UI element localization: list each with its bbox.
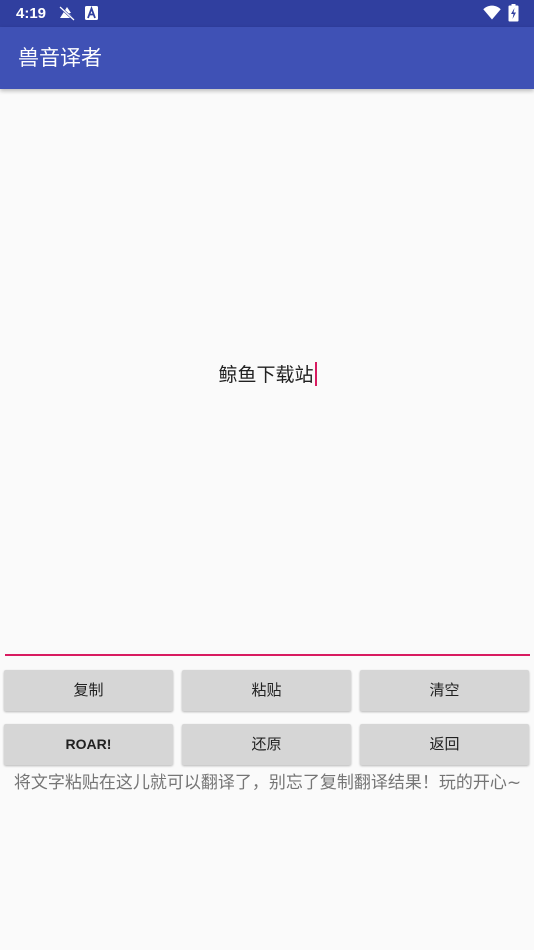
battery-charging-icon [508,4,519,26]
roar-button[interactable]: ROAR! [4,724,173,765]
app-a-icon [85,5,98,24]
text-cursor [314,362,317,386]
text-field-value: 鲸鱼下载站 [5,362,530,388]
usage-hint: 将文字粘贴在这儿就可以翻译了，别忘了复制翻译结果！玩的开心~ [13,773,522,793]
translation-text-field[interactable]: 鲸鱼下载站 [5,96,530,656]
restore-button[interactable]: 还原 [182,724,351,765]
status-bar: 4:19 [0,0,534,27]
text-field-content: 鲸鱼下载站 [218,364,314,386]
muted-notification-icon [58,5,76,25]
back-button[interactable]: 返回 [360,724,529,765]
app-title: 兽音译者 [18,46,102,70]
status-time: 4:19 [16,5,47,22]
paste-button[interactable]: 粘贴 [182,670,351,711]
wifi-icon [483,5,501,24]
app-bar: 兽音译者 [0,27,534,89]
copy-button[interactable]: 复制 [4,670,173,711]
clear-button[interactable]: 清空 [360,670,529,711]
